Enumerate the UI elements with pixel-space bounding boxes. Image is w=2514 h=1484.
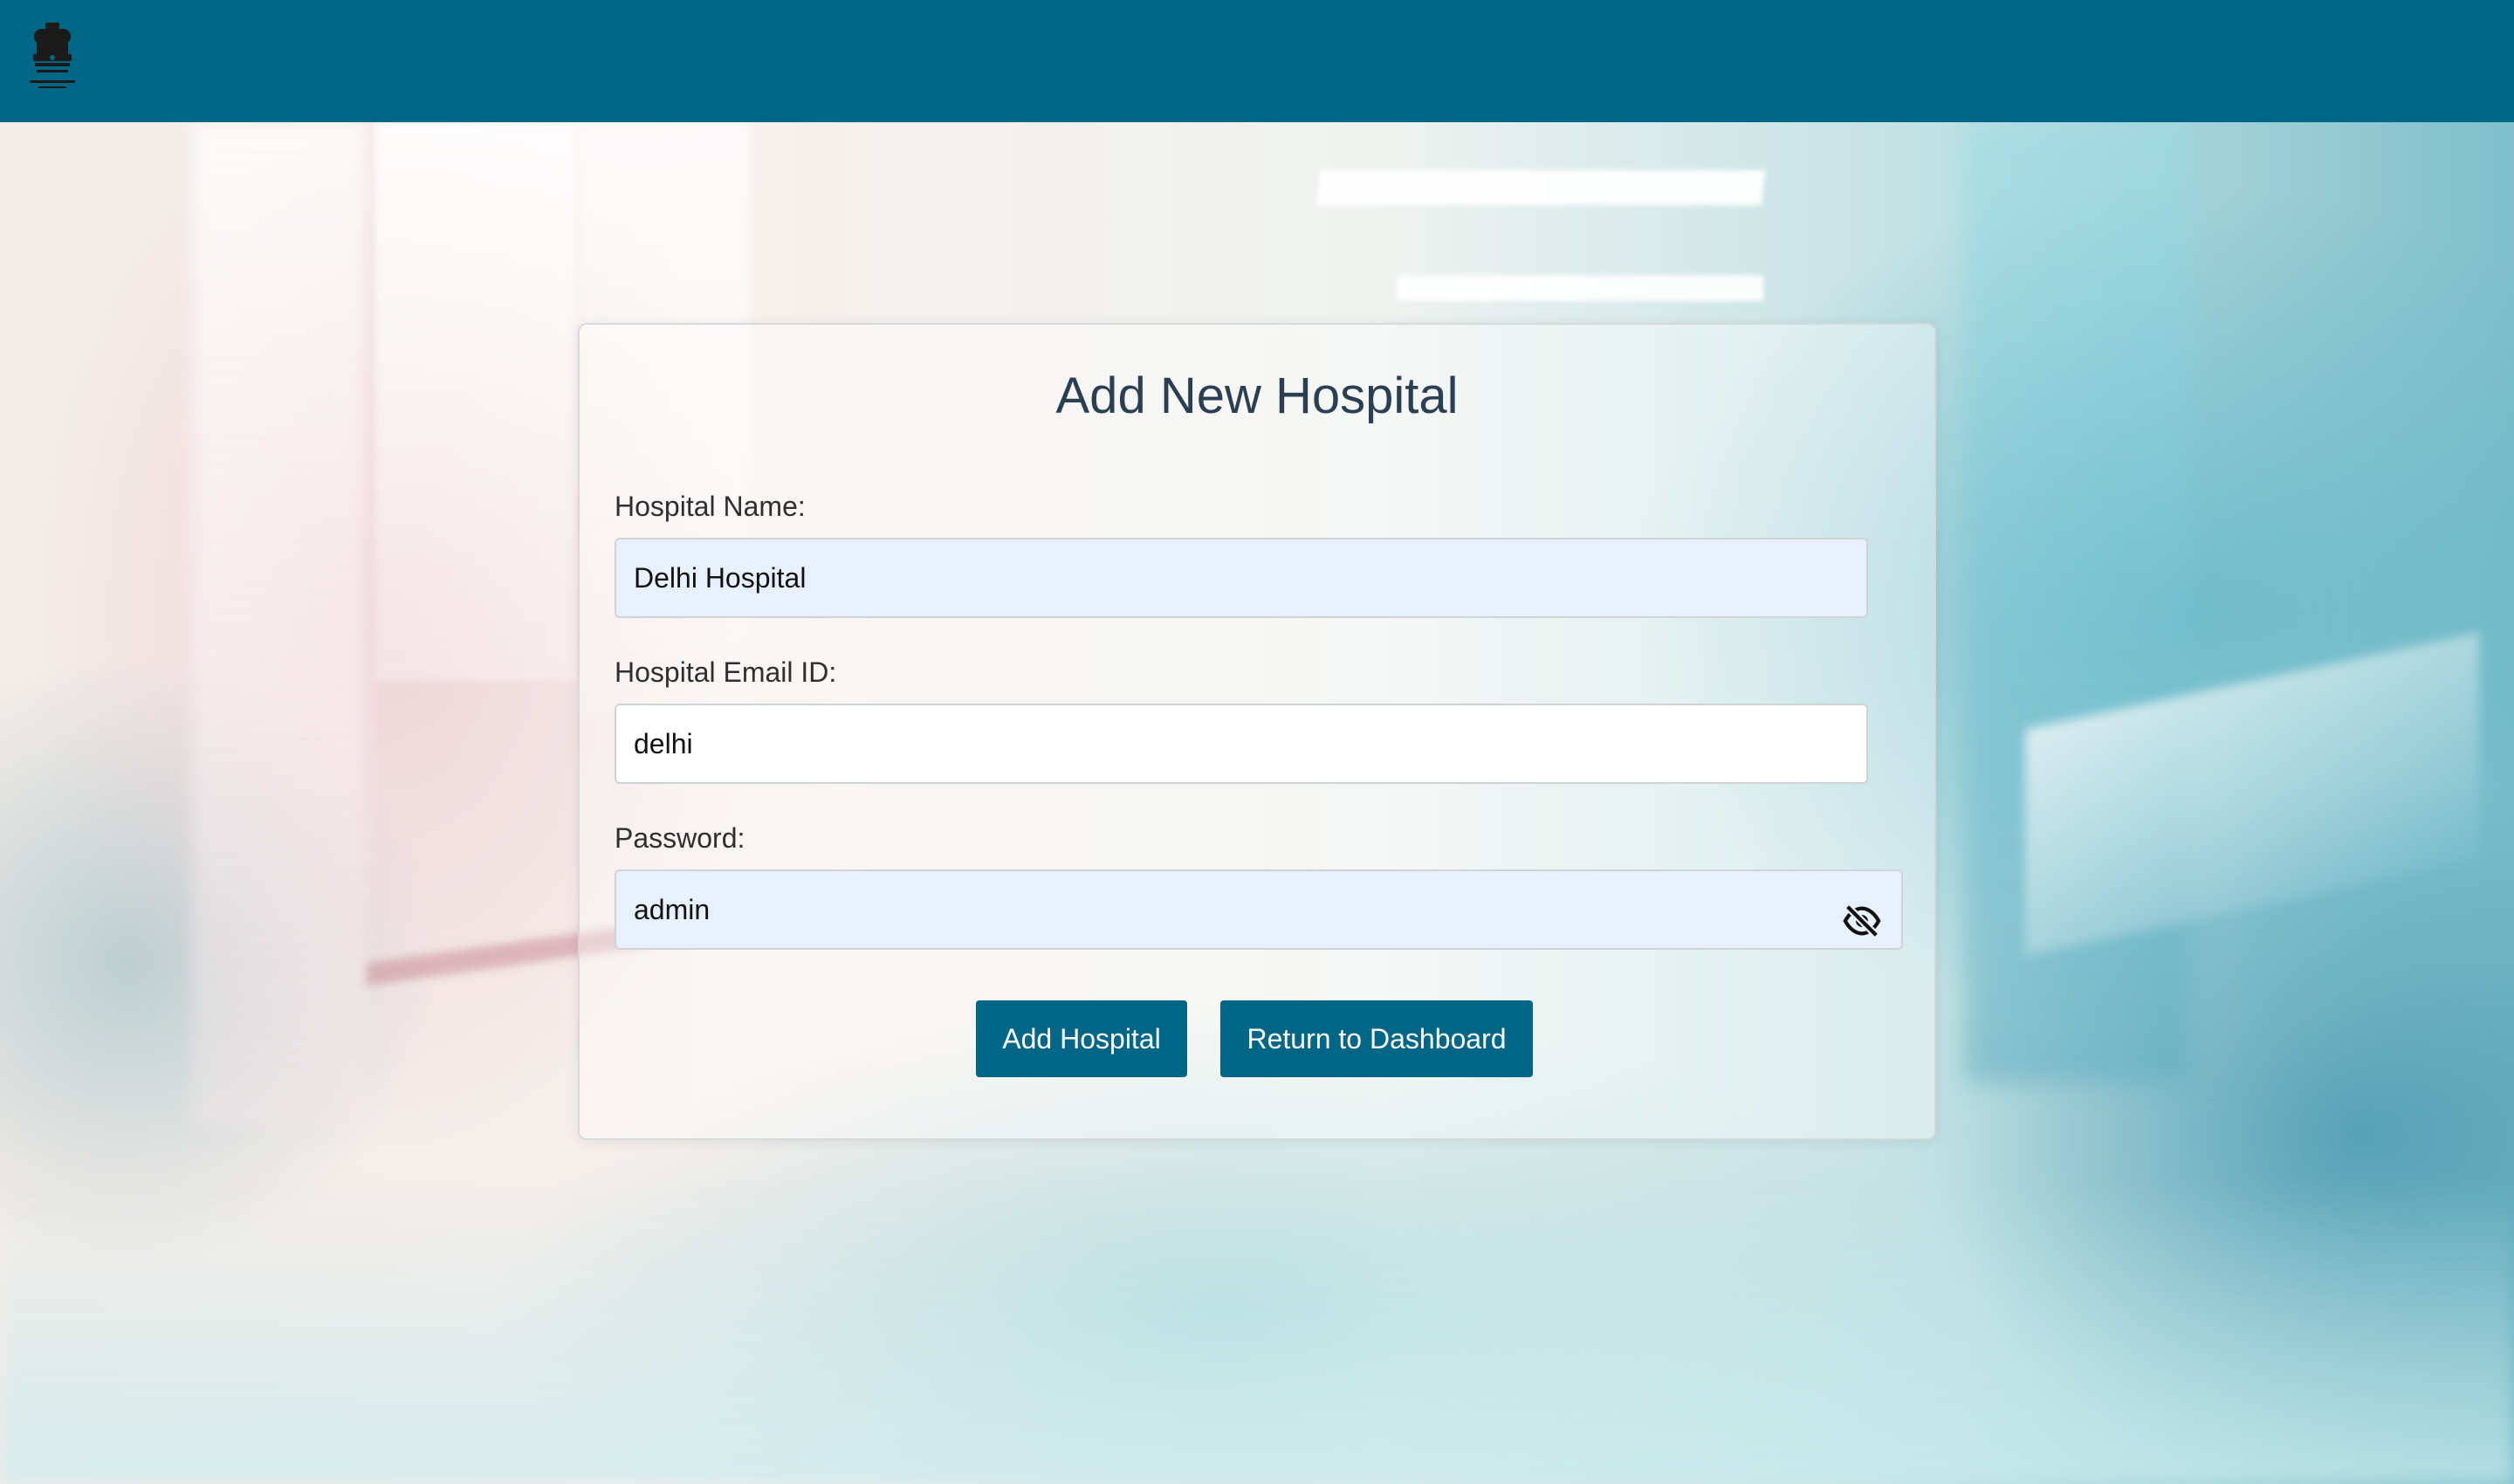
return-to-dashboard-button[interactable]: Return to Dashboard: [1220, 1000, 1533, 1077]
hospital-name-label: Hospital Name:: [615, 491, 806, 522]
page-title: Add New Hospital: [1055, 368, 1459, 424]
add-hospital-button[interactable]: Add Hospital: [976, 1000, 1187, 1077]
background-ceiling-light: [1315, 170, 1766, 205]
eye-slash-icon[interactable]: [1842, 901, 1882, 941]
background-ceiling-light: [1397, 275, 1763, 301]
hospital-email-input[interactable]: [615, 704, 1868, 784]
password-input[interactable]: [615, 869, 1903, 950]
background-floor: [0, 1178, 2514, 1484]
password-label: Password:: [615, 822, 745, 854]
hospital-name-input[interactable]: [615, 538, 1868, 618]
background-column: [192, 122, 367, 1126]
top-header-bar: [0, 0, 2514, 122]
background-pillar: [1964, 122, 2191, 1082]
background-window: [375, 122, 576, 681]
national-emblem-icon: [30, 23, 75, 88]
hospital-email-label: Hospital Email ID:: [615, 656, 837, 688]
background-bench: [2025, 632, 2479, 957]
add-hospital-form-card: Add New Hospital Hospital Name: Hospital…: [578, 323, 1936, 1140]
